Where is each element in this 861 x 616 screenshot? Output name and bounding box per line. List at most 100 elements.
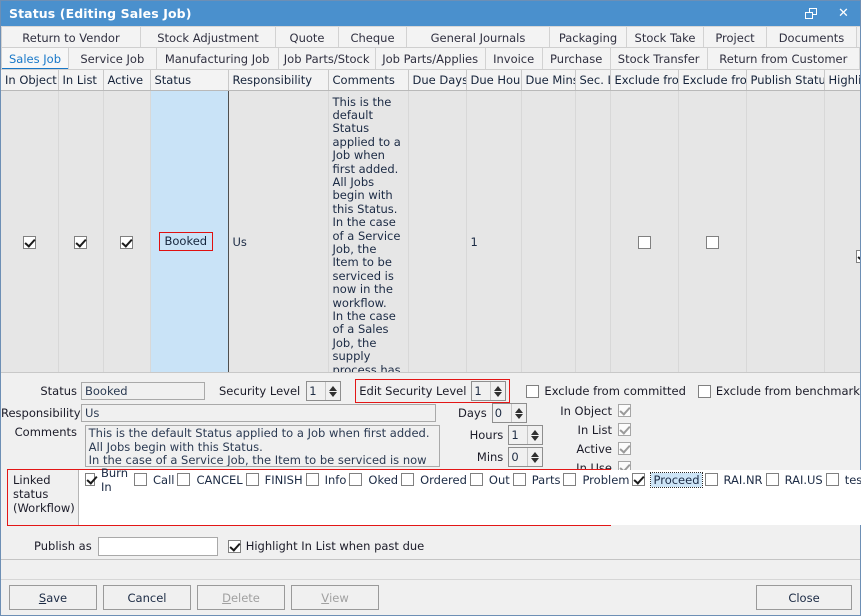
tab-project[interactable]: Project <box>704 27 767 48</box>
highlight-past-due-option[interactable]: Highlight In List when past due <box>228 539 425 553</box>
save-button[interactable]: Save <box>9 585 97 610</box>
days-input[interactable] <box>493 404 511 422</box>
linked-status-9-checkbox[interactable] <box>563 473 576 486</box>
linked-status-ordered[interactable]: Ordered <box>398 471 467 489</box>
tab-sales-job[interactable]: Sales Job <box>1 48 69 70</box>
linked-status-burn-in[interactable]: Burn In <box>82 471 131 489</box>
tab-stock-transfer[interactable]: Stock Transfer <box>611 48 708 70</box>
row0-status-cell[interactable]: Booked <box>150 90 228 373</box>
row0-exclude-benchmark-checkbox[interactable] <box>706 236 719 249</box>
linked-status-5-checkbox[interactable] <box>349 473 362 486</box>
linked-status-0-checkbox[interactable] <box>85 473 95 486</box>
exclude-from-committed-option[interactable]: Exclude from committed <box>526 384 685 398</box>
row0-exclude-committed-checkbox[interactable] <box>638 236 651 249</box>
row0-publish-status-cell[interactable] <box>746 90 824 373</box>
row0-due-days-cell[interactable] <box>408 90 466 373</box>
row0-due-mins-cell[interactable] <box>521 90 575 373</box>
col-sec-l[interactable]: Sec. L <box>575 70 610 90</box>
col-due-hours[interactable]: Due Hours <box>466 70 521 90</box>
col-highlight[interactable]: Highligh <box>824 70 860 90</box>
linked-status-6-checkbox[interactable] <box>401 473 414 486</box>
col-in-object[interactable]: In Object <box>1 70 58 90</box>
row0-in-object-checkbox[interactable] <box>23 236 36 249</box>
status-grid[interactable]: In Object In List Active Status Responsi… <box>1 70 860 373</box>
col-exclude-benchmark[interactable]: Exclude from <box>678 70 746 90</box>
exclude-from-benchmark-option[interactable]: Exclude from benchmark <box>698 384 860 398</box>
close-button[interactable]: Close <box>756 585 852 610</box>
tab-quote[interactable]: Quote <box>276 27 339 48</box>
col-publish-status[interactable]: Publish Status <box>746 70 824 90</box>
col-responsibility[interactable]: Responsibility <box>228 70 328 90</box>
linked-status-oked[interactable]: Oked <box>346 471 398 489</box>
table-row[interactable]: BookedUsThis is the default Status appli… <box>1 90 860 373</box>
exclude-from-committed-checkbox[interactable] <box>526 385 539 398</box>
hours-input[interactable] <box>509 426 527 444</box>
tab-documents[interactable]: Documents <box>767 27 857 48</box>
security-level-stepper[interactable] <box>306 381 341 401</box>
close-icon[interactable]: ✕ <box>827 1 860 26</box>
tab-stock-take[interactable]: Stock Take <box>627 27 704 48</box>
row0-active-checkbox[interactable] <box>120 236 133 249</box>
edit-security-level-stepper[interactable] <box>471 381 506 401</box>
col-due-mins[interactable]: Due Mins <box>521 70 575 90</box>
linked-status-problem[interactable]: Problem <box>560 471 629 489</box>
linked-status-13-checkbox[interactable] <box>826 473 839 486</box>
linked-status-rai-nr[interactable]: RAI.NR <box>702 471 763 489</box>
tab-job-parts-applies[interactable]: Job Parts/Applies <box>376 48 486 70</box>
linked-status-cancel[interactable]: CANCEL <box>174 471 242 489</box>
tab-return-from-customer[interactable]: Return from Customer <box>708 48 860 70</box>
tab-invoice[interactable]: Invoice <box>486 48 543 70</box>
row0-in-list-checkbox[interactable] <box>74 236 87 249</box>
linked-status-4-checkbox[interactable] <box>306 473 319 486</box>
linked-status-out[interactable]: Out <box>467 471 510 489</box>
tab-packaging[interactable]: Packaging <box>550 27 627 48</box>
linked-status-11-checkbox[interactable] <box>705 473 718 486</box>
mins-input[interactable] <box>509 448 527 466</box>
linked-status-test[interactable]: test <box>823 471 861 489</box>
tab-purchase[interactable]: Purchase <box>543 48 611 70</box>
linked-status-rai-us[interactable]: RAI.US <box>763 471 823 489</box>
row0-in-object-cell[interactable] <box>1 90 58 373</box>
restore-icon[interactable] <box>794 1 827 26</box>
linked-status-info[interactable]: Info <box>303 471 347 489</box>
highlight-past-due-checkbox[interactable] <box>228 540 241 553</box>
cancel-button[interactable]: Cancel <box>103 585 191 610</box>
row0-comments-cell[interactable]: This is the default Status applied to a … <box>328 90 408 373</box>
col-active[interactable]: Active <box>103 70 150 90</box>
col-in-list[interactable]: In List <box>58 70 103 90</box>
row0-due-hours-cell[interactable]: 1 <box>466 90 521 373</box>
row0-in-list-cell[interactable] <box>58 90 103 373</box>
days-stepper[interactable] <box>492 403 527 423</box>
linked-status-3-checkbox[interactable] <box>246 473 259 486</box>
tab-job-parts-stock[interactable]: Job Parts/Stock <box>279 48 376 70</box>
days-arrows[interactable] <box>511 404 526 422</box>
edit-security-level-input[interactable] <box>472 382 490 400</box>
tab-stock-adjustment[interactable]: Stock Adjustment <box>141 27 276 48</box>
row0-highlight-cell[interactable] <box>824 90 860 373</box>
linked-status-finish[interactable]: FINISH <box>243 471 303 489</box>
security-level-input[interactable] <box>307 382 325 400</box>
edit-security-level-arrows[interactable] <box>490 382 505 400</box>
linked-status-8-checkbox[interactable] <box>513 473 526 486</box>
comments-textarea[interactable]: This is the default Status applied to a … <box>85 425 440 467</box>
row0-exclude-committed-cell[interactable] <box>610 90 678 373</box>
linked-status-10-checkbox[interactable] <box>632 473 645 486</box>
col-exclude-committed[interactable]: Exclude from <box>610 70 678 90</box>
linked-status-proceed[interactable]: Proceed <box>629 471 701 489</box>
responsibility-input[interactable] <box>81 404 436 422</box>
linked-status-2-checkbox[interactable] <box>177 473 190 486</box>
security-level-arrows[interactable] <box>325 382 340 400</box>
col-comments[interactable]: Comments <box>328 70 408 90</box>
row0-active-cell[interactable] <box>103 90 150 373</box>
tab-cheque[interactable]: Cheque <box>339 27 407 48</box>
tab-service-job[interactable]: Service Job <box>69 48 157 70</box>
col-status[interactable]: Status <box>150 70 228 90</box>
row0-exclude-benchmark-cell[interactable] <box>678 90 746 373</box>
row0-sec-l-cell[interactable]: 1 <box>575 90 610 373</box>
tab-return-to-vendor[interactable]: Return to Vendor <box>1 27 141 48</box>
status-input[interactable] <box>81 382 205 400</box>
linked-status-1-checkbox[interactable] <box>134 473 147 486</box>
col-due-days[interactable]: Due Days <box>408 70 466 90</box>
linked-status-7-checkbox[interactable] <box>470 473 483 486</box>
publish-as-input[interactable] <box>98 537 218 556</box>
